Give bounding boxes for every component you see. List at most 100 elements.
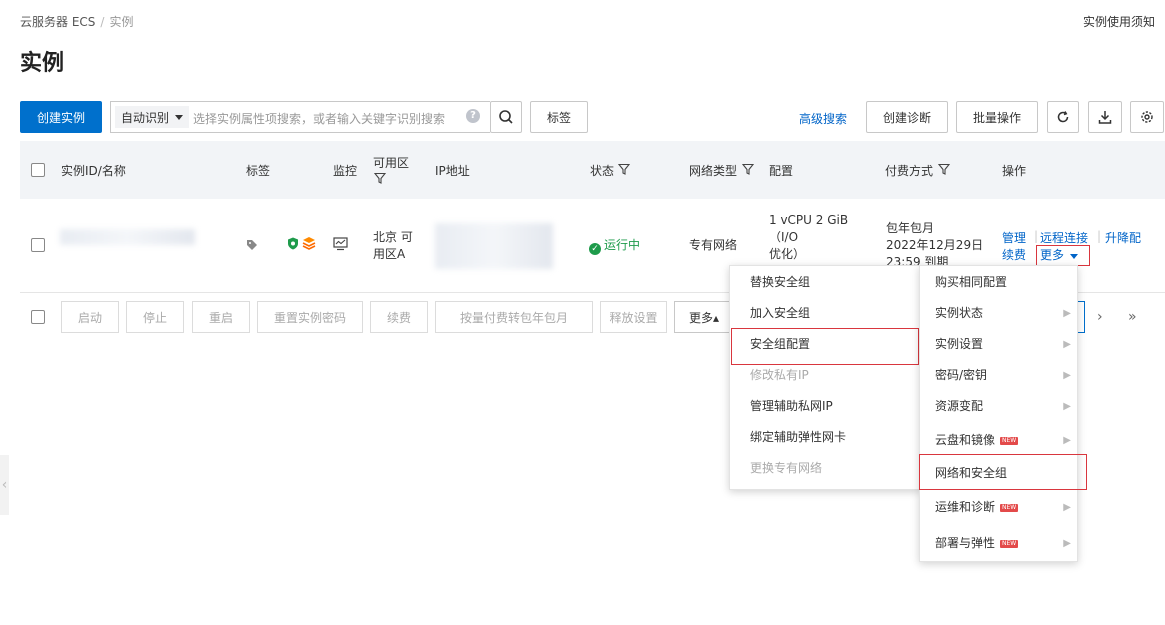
menu-item-change-vpc[interactable]: 更换专有网络 [730,453,920,484]
filter-icon[interactable] [742,163,754,175]
billing-cell: 包年包月 2022年12月29日 23:59 到期 [886,220,986,268]
security-shield-icon[interactable] [287,237,299,250]
menu-item-replace-security-group[interactable]: 替换安全组 [730,267,920,298]
expiry-date: 2022年12月29日 [886,238,984,252]
check-circle-icon: ✓ [589,243,601,255]
filter-icon[interactable] [374,172,386,184]
next-page-icon[interactable]: › [1097,309,1103,325]
menu-item-instance-settings[interactable]: 实例设置 ▶ [920,329,1077,360]
header-actions: 操作 [1002,164,1027,178]
breadcrumb-current: 实例 [109,15,134,29]
manage-link[interactable]: 管理 [1002,229,1026,246]
tag-icon[interactable] [246,239,258,251]
batch-stop-button[interactable]: 停止 [126,301,184,333]
status-cell: ✓ 运行中 [589,237,640,255]
menu-item-manage-secondary-private-ip[interactable]: 管理辅助私网IP [730,391,920,422]
config-spec-line2: 优化） [769,247,806,261]
table-header: 实例ID/名称 标签 监控 可用区 IP地址 状态 网络类型 配置 付费方式 操… [20,141,1165,199]
menu-item-label: 运维和诊断 [935,500,996,514]
menu-item-disk-image[interactable]: 云盘和镜像 NEW ▶ [920,425,1077,456]
menu-item-label: 购买相同配置 [935,275,1008,289]
create-diagnosis-button[interactable]: 创建诊断 [866,101,948,133]
search-button[interactable] [490,101,522,133]
action-separator: | [1097,229,1102,243]
renew-link[interactable]: 续费 [1002,246,1026,263]
new-badge: NEW [1000,437,1019,445]
chevron-right-icon: ▶ [1063,401,1071,412]
header-zone: 可用区 [373,156,410,170]
filter-icon[interactable] [618,163,630,175]
instance-id-redacted[interactable] [60,229,195,245]
menu-item-bind-secondary-eni[interactable]: 绑定辅助弹性网卡 [730,422,920,453]
batch-start-button[interactable]: 启动 [61,301,119,333]
row-checkbox[interactable] [31,238,45,252]
batch-renew-button[interactable]: 续费 [370,301,428,333]
instance-notice-link[interactable]: 实例使用须知 [1083,13,1155,30]
billing-type: 包年包月 [886,221,935,235]
batch-reset-password-button[interactable]: 重置实例密码 [257,301,363,333]
menu-item-deploy-elastic[interactable]: 部署与弹性 NEW ▶ [920,528,1077,559]
menu-item-resource-change[interactable]: 资源变配 ▶ [920,391,1077,422]
breadcrumb-root[interactable]: 云服务器 ECS [20,15,95,29]
batch-release-settings-button[interactable]: 释放设置 [600,301,667,333]
filter-icon[interactable] [938,163,950,175]
download-icon [1098,111,1112,124]
search-mode-select[interactable]: 自动识别 [115,106,190,128]
chevron-right-icon: ▶ [1063,308,1071,319]
chevron-right-icon: ▶ [1063,538,1071,549]
chevron-right-icon: ▶ [1063,339,1071,350]
download-button[interactable] [1088,101,1122,133]
breadcrumb-separator: / [100,15,105,29]
breadcrumb: 云服务器 ECS / 实例 [20,13,133,30]
batch-operations-button[interactable]: 批量操作 [956,101,1038,133]
select-all-checkbox[interactable] [31,163,45,177]
more-actions-menu: 购买相同配置 实例状态 ▶ 实例设置 ▶ 密码/密钥 ▶ 资源变配 ▶ 云盘和镜像 NEW… [919,265,1078,562]
zone-cell: 北京 可用区A [373,230,413,261]
last-page-icon[interactable]: » [1128,309,1137,325]
highlight-security-group-config [731,328,919,365]
menu-item-password-key[interactable]: 密码/密钥 ▶ [920,360,1077,391]
batch-select-checkbox[interactable] [31,310,45,324]
status-text: 运行中 [604,238,641,252]
search-input[interactable]: 选择实例属性项搜索，或者输入关键字识别搜索 [193,110,445,127]
header-config: 配置 [769,164,794,178]
header-status: 状态 [590,164,615,178]
search-box: 自动识别 选择实例属性项搜索，或者输入关键字识别搜索 ? [110,101,490,133]
advanced-search-link[interactable]: 高级搜索 [799,110,847,127]
menu-item-label: 资源变配 [935,399,984,413]
monitor-icon[interactable] [333,237,348,251]
menu-item-join-security-group[interactable]: 加入安全组 [730,298,920,329]
highlight-network-security-group [919,454,1087,490]
batch-convert-billing-button[interactable]: 按量付费转包年包月 [435,301,593,333]
menu-item-label: 部署与弹性 [935,536,996,550]
settings-button[interactable] [1130,101,1164,133]
batch-restart-button[interactable]: 重启 [192,301,250,333]
menu-item-label: 实例设置 [935,337,984,351]
upgrade-downgrade-link[interactable]: 升降配 [1105,229,1141,246]
create-instance-button[interactable]: 创建实例 [20,101,102,133]
tag-button[interactable]: 标签 [530,101,588,133]
refresh-button[interactable] [1047,101,1079,133]
chevron-left-icon: ‹ [1,477,8,493]
chevron-right-icon: ▶ [1063,502,1071,513]
sidebar-collapse-handle[interactable]: ‹ [0,455,9,515]
config-spec-line1: 1 vCPU 2 GiB （I/O [769,213,849,244]
ip-address-redacted [435,223,553,269]
page-title: 实例 [20,51,65,76]
network-security-submenu: 替换安全组 加入安全组 安全组配置 修改私有IP 管理辅助私网IP 绑定辅助弹性… [729,265,921,490]
help-icon[interactable]: ? [466,109,480,123]
chevron-right-icon: ▶ [1063,435,1071,446]
header-ip: IP地址 [435,164,470,178]
search-mode-label: 自动识别 [121,110,170,125]
cloud-assistant-icon[interactable] [302,236,316,250]
menu-item-buy-same-config[interactable]: 购买相同配置 [920,267,1077,298]
batch-more-button[interactable]: 更多▴ [674,301,734,333]
remote-connect-link[interactable]: 远程连接 [1040,229,1088,246]
action-separator: | [1034,229,1039,243]
menu-item-ops-diagnosis[interactable]: 运维和诊断 NEW ▶ [920,492,1077,523]
header-billing: 付费方式 [885,164,934,178]
menu-item-instance-status[interactable]: 实例状态 ▶ [920,298,1077,329]
refresh-icon [1057,111,1069,123]
gear-icon [1141,111,1153,123]
menu-item-label: 云盘和镜像 [935,433,996,447]
